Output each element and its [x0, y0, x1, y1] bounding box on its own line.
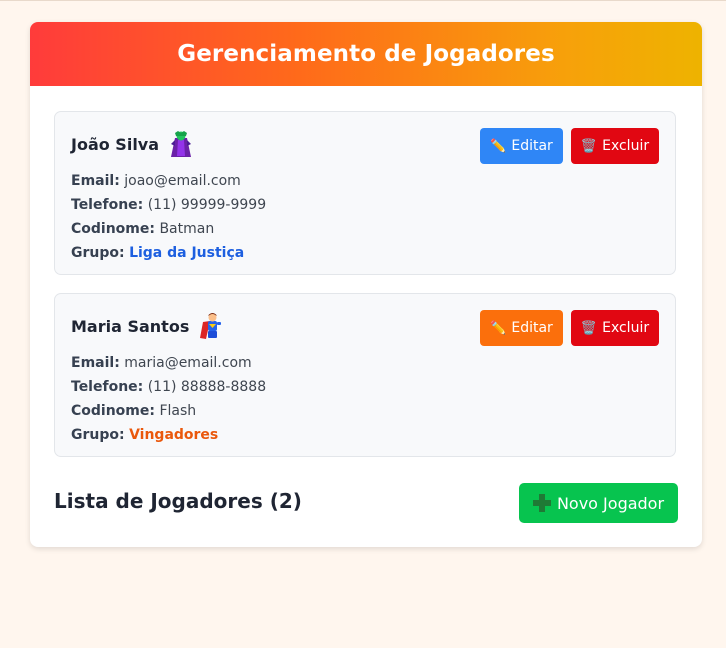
- group-row: Grupo: Vingadores: [71, 423, 266, 447]
- codename-row: Codinome: Batman: [71, 217, 266, 241]
- phone-label: Telefone:: [71, 197, 144, 213]
- phone-label: Telefone:: [71, 379, 144, 395]
- edit-button[interactable]: ✏️ Editar: [480, 128, 563, 164]
- email-row: Email: maria@email.com: [71, 351, 266, 375]
- player-name-row: João Silva: [71, 130, 193, 158]
- delete-button-label: Excluir: [602, 320, 650, 336]
- trash-icon: 🗑️: [580, 138, 598, 154]
- group-value: Vingadores: [129, 427, 219, 443]
- edit-button-label: Editar: [511, 138, 553, 154]
- email-value: maria@email.com: [124, 355, 252, 371]
- player-management-panel: Gerenciamento de Jogadores João Silva ✏️…: [30, 22, 702, 547]
- superhero-icon: [199, 312, 223, 340]
- edit-button-label: Editar: [511, 320, 553, 336]
- new-player-button[interactable]: Novo Jogador: [519, 483, 678, 523]
- phone-value: (11) 99999-9999: [147, 197, 267, 213]
- email-row: Email: joao@email.com: [71, 169, 266, 193]
- player-details: Email: joao@email.com Telefone: (11) 999…: [71, 169, 266, 265]
- codename-label: Codinome:: [71, 403, 155, 419]
- email-label: Email:: [71, 355, 120, 371]
- player-card: Maria Santos ✏️ Editar 🗑️ Excluir Email:…: [54, 293, 676, 457]
- player-name: Maria Santos: [71, 316, 190, 336]
- group-label: Grupo:: [71, 427, 125, 443]
- page-title: Gerenciamento de Jogadores: [177, 41, 555, 67]
- player-actions: ✏️ Editar 🗑️ Excluir: [480, 128, 659, 164]
- panel-header: Gerenciamento de Jogadores: [30, 22, 702, 86]
- villain-icon: [169, 130, 193, 158]
- phone-row: Telefone: (11) 99999-9999: [71, 193, 266, 217]
- email-value: joao@email.com: [124, 173, 241, 189]
- phone-row: Telefone: (11) 88888-8888: [71, 375, 266, 399]
- group-row: Grupo: Liga da Justiça: [71, 241, 266, 265]
- codename-row: Codinome: Flash: [71, 399, 266, 423]
- group-label: Grupo:: [71, 245, 125, 261]
- email-label: Email:: [71, 173, 120, 189]
- codename-label: Codinome:: [71, 221, 155, 237]
- delete-button[interactable]: 🗑️ Excluir: [571, 128, 659, 164]
- trash-icon: 🗑️: [580, 320, 598, 336]
- player-list-title: Lista de Jogadores (2): [54, 489, 302, 513]
- edit-button[interactable]: ✏️ Editar: [480, 310, 563, 346]
- delete-button[interactable]: 🗑️ Excluir: [571, 310, 659, 346]
- player-details: Email: maria@email.com Telefone: (11) 88…: [71, 351, 266, 447]
- player-actions: ✏️ Editar 🗑️ Excluir: [480, 310, 659, 346]
- codename-value: Batman: [159, 221, 215, 237]
- player-name-row: Maria Santos: [71, 312, 223, 340]
- pencil-icon: ✏️: [490, 320, 507, 336]
- plus-icon: [532, 494, 551, 512]
- player-card: João Silva ✏️ Editar 🗑️ Excluir Email: j…: [54, 111, 676, 275]
- group-value: Liga da Justiça: [129, 245, 245, 261]
- phone-value: (11) 88888-8888: [147, 379, 267, 395]
- codename-value: Flash: [159, 403, 197, 419]
- pencil-icon: ✏️: [490, 138, 507, 154]
- delete-button-label: Excluir: [602, 138, 650, 154]
- player-name: João Silva: [71, 134, 160, 154]
- new-player-label: Novo Jogador: [556, 493, 665, 513]
